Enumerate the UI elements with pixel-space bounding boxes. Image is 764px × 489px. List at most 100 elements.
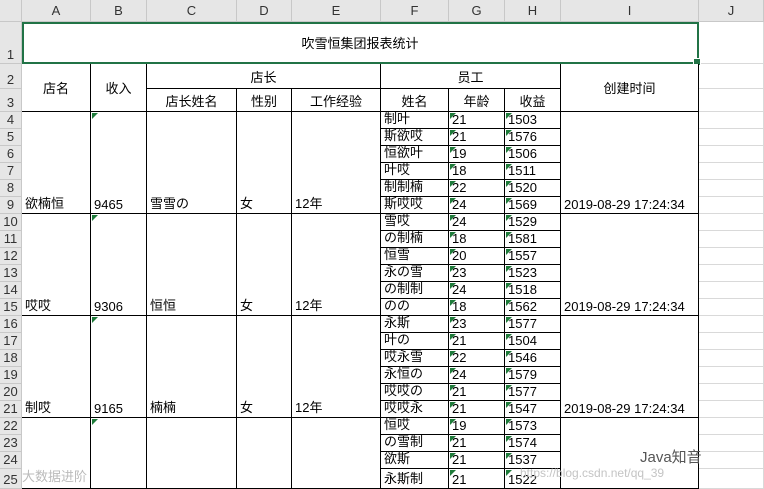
created-time-cell[interactable]: 2019-08-29 17:24:34 bbox=[561, 316, 699, 418]
employee-income-cell[interactable]: 1529 bbox=[505, 214, 561, 231]
employee-name-cell[interactable]: 叶哎 bbox=[381, 163, 449, 180]
employee-age-cell[interactable]: 18 bbox=[449, 299, 505, 316]
employee-income-cell[interactable]: 1523 bbox=[505, 265, 561, 282]
employee-income-cell[interactable]: 1546 bbox=[505, 350, 561, 367]
header-age[interactable]: 年龄 bbox=[449, 89, 505, 112]
manager-experience-cell[interactable]: 12年 bbox=[292, 112, 381, 214]
row-header[interactable]: 25 bbox=[0, 469, 22, 489]
employee-income-cell[interactable]: 1547 bbox=[505, 401, 561, 418]
employee-income-cell[interactable]: 1577 bbox=[505, 384, 561, 401]
store-revenue-cell[interactable]: 9165 bbox=[91, 316, 147, 418]
spreadsheet[interactable]: A B C D E F G H I J 1 2 3 4 5 6 7 8 9 10 11 12 13 14 15 16 17 18 19 2… bbox=[0, 0, 764, 489]
employee-age-cell[interactable]: 24 bbox=[449, 197, 505, 214]
employee-name-cell[interactable]: 制叶 bbox=[381, 112, 449, 129]
employee-name-cell[interactable]: 永斯制 bbox=[381, 469, 449, 489]
manager-experience-cell[interactable]: 12年 bbox=[292, 214, 381, 316]
manager-name-cell[interactable]: 雪雪の bbox=[147, 112, 237, 214]
store-name-cell[interactable]: 制哎 bbox=[22, 316, 91, 418]
store-name-cell[interactable]: 哎哎 bbox=[22, 214, 91, 316]
employee-income-cell[interactable]: 1504 bbox=[505, 333, 561, 350]
row-header[interactable]: 22 bbox=[0, 418, 22, 435]
header-emp-name[interactable]: 姓名 bbox=[381, 89, 449, 112]
employee-name-cell[interactable]: 永恒の bbox=[381, 367, 449, 384]
column-header[interactable]: E bbox=[292, 0, 381, 22]
employee-age-cell[interactable]: 22 bbox=[449, 180, 505, 197]
employee-income-cell[interactable]: 1581 bbox=[505, 231, 561, 248]
employee-income-cell[interactable]: 1577 bbox=[505, 316, 561, 333]
column-header[interactable]: C bbox=[147, 0, 237, 22]
column-header[interactable]: I bbox=[561, 0, 699, 22]
column-header[interactable]: H bbox=[505, 0, 561, 22]
column-header[interactable]: B bbox=[91, 0, 147, 22]
row-header[interactable]: 7 bbox=[0, 163, 22, 180]
employee-name-cell[interactable]: 哎哎の bbox=[381, 384, 449, 401]
created-time-cell[interactable]: 2019-08-29 17:24:34 bbox=[561, 112, 699, 214]
employee-age-cell[interactable]: 21 bbox=[449, 384, 505, 401]
select-all-corner[interactable] bbox=[0, 0, 22, 22]
employee-name-cell[interactable]: 永斯 bbox=[381, 316, 449, 333]
employee-name-cell[interactable]: 欲斯 bbox=[381, 452, 449, 469]
employee-name-cell[interactable]: 哎哎永 bbox=[381, 401, 449, 418]
employee-age-cell[interactable]: 23 bbox=[449, 265, 505, 282]
employee-age-cell[interactable]: 18 bbox=[449, 163, 505, 180]
manager-gender-cell[interactable]: 女 bbox=[237, 316, 292, 418]
header-revenue[interactable]: 收入 bbox=[91, 64, 147, 112]
column-header[interactable]: G bbox=[449, 0, 505, 22]
store-revenue-cell[interactable]: 9306 bbox=[91, 214, 147, 316]
row-header[interactable]: 2 bbox=[0, 64, 22, 89]
row-header[interactable]: 4 bbox=[0, 112, 22, 129]
employee-age-cell[interactable]: 22 bbox=[449, 350, 505, 367]
employee-age-cell[interactable]: 24 bbox=[449, 282, 505, 299]
employee-age-cell[interactable]: 18 bbox=[449, 231, 505, 248]
manager-gender-cell[interactable] bbox=[237, 418, 292, 489]
row-header[interactable]: 6 bbox=[0, 146, 22, 163]
employee-name-cell[interactable]: 恒雪 bbox=[381, 248, 449, 265]
row-header[interactable]: 8 bbox=[0, 180, 22, 197]
employee-age-cell[interactable]: 23 bbox=[449, 316, 505, 333]
employee-age-cell[interactable]: 19 bbox=[449, 146, 505, 163]
row-header[interactable]: 17 bbox=[0, 333, 22, 350]
employee-age-cell[interactable]: 21 bbox=[449, 469, 505, 489]
employee-name-cell[interactable]: 雪哎 bbox=[381, 214, 449, 231]
column-header[interactable]: F bbox=[381, 0, 449, 22]
row-header[interactable]: 23 bbox=[0, 435, 22, 452]
employee-name-cell[interactable]: 恒欲叶 bbox=[381, 146, 449, 163]
employee-age-cell[interactable]: 24 bbox=[449, 214, 505, 231]
store-name-cell[interactable]: 欲楠恒 bbox=[22, 112, 91, 214]
employee-age-cell[interactable]: 21 bbox=[449, 112, 505, 129]
employee-name-cell[interactable]: の雪制 bbox=[381, 435, 449, 452]
row-header[interactable]: 3 bbox=[0, 89, 22, 112]
header-manager-name[interactable]: 店长姓名 bbox=[147, 89, 237, 112]
column-header[interactable]: A bbox=[22, 0, 91, 22]
employee-income-cell[interactable]: 1520 bbox=[505, 180, 561, 197]
row-header[interactable]: 5 bbox=[0, 129, 22, 146]
created-time-cell[interactable]: 2019-08-29 17:24:34 bbox=[561, 214, 699, 316]
employee-income-cell[interactable]: 1569 bbox=[505, 197, 561, 214]
row-header[interactable]: 24 bbox=[0, 452, 22, 469]
header-gender[interactable]: 性别 bbox=[237, 89, 292, 112]
employee-income-cell[interactable]: 1573 bbox=[505, 418, 561, 435]
manager-name-cell[interactable]: 恒恒 bbox=[147, 214, 237, 316]
employee-name-cell[interactable]: 哎永雪 bbox=[381, 350, 449, 367]
manager-gender-cell[interactable]: 女 bbox=[237, 112, 292, 214]
header-income[interactable]: 收益 bbox=[505, 89, 561, 112]
employee-name-cell[interactable]: 恒哎 bbox=[381, 418, 449, 435]
header-manager[interactable]: 店长 bbox=[147, 64, 381, 89]
manager-gender-cell[interactable]: 女 bbox=[237, 214, 292, 316]
employee-age-cell[interactable]: 21 bbox=[449, 452, 505, 469]
employee-income-cell[interactable]: 1506 bbox=[505, 146, 561, 163]
employee-income-cell[interactable]: 1511 bbox=[505, 163, 561, 180]
header-store-name[interactable]: 店名 bbox=[22, 64, 91, 112]
employee-income-cell[interactable]: 1574 bbox=[505, 435, 561, 452]
employee-name-cell[interactable]: の制制 bbox=[381, 282, 449, 299]
employee-name-cell[interactable]: のの bbox=[381, 299, 449, 316]
employee-age-cell[interactable]: 24 bbox=[449, 367, 505, 384]
employee-age-cell[interactable]: 21 bbox=[449, 333, 505, 350]
store-revenue-cell[interactable]: 9465 bbox=[91, 112, 147, 214]
employee-age-cell[interactable]: 20 bbox=[449, 248, 505, 265]
employee-name-cell[interactable]: 斯欲哎 bbox=[381, 129, 449, 146]
employee-income-cell[interactable]: 1579 bbox=[505, 367, 561, 384]
employee-age-cell[interactable]: 21 bbox=[449, 435, 505, 452]
employee-income-cell[interactable]: 1503 bbox=[505, 112, 561, 129]
column-header[interactable]: D bbox=[237, 0, 292, 22]
